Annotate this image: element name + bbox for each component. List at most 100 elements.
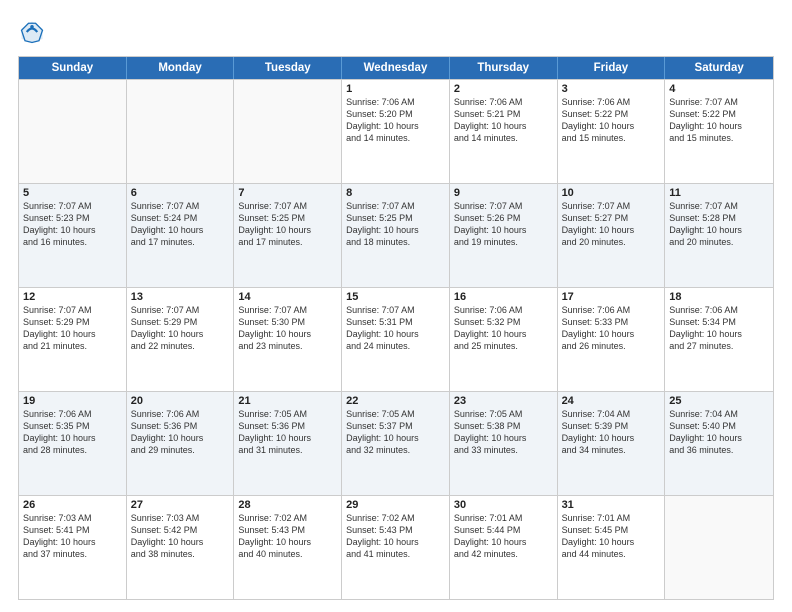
calendar-cell: 22Sunrise: 7:05 AM Sunset: 5:37 PM Dayli… [342, 392, 450, 495]
cell-detail: Sunrise: 7:06 AM Sunset: 5:20 PM Dayligh… [346, 96, 445, 145]
cell-detail: Sunrise: 7:06 AM Sunset: 5:33 PM Dayligh… [562, 304, 661, 353]
day-number: 17 [562, 291, 661, 303]
calendar-header-row: SundayMondayTuesdayWednesdayThursdayFrid… [19, 57, 773, 79]
calendar-cell: 9Sunrise: 7:07 AM Sunset: 5:26 PM Daylig… [450, 184, 558, 287]
empty-cell [19, 80, 127, 183]
day-number: 25 [669, 395, 769, 407]
calendar-cell: 24Sunrise: 7:04 AM Sunset: 5:39 PM Dayli… [558, 392, 666, 495]
calendar-row: 1Sunrise: 7:06 AM Sunset: 5:20 PM Daylig… [19, 79, 773, 183]
calendar-cell: 16Sunrise: 7:06 AM Sunset: 5:32 PM Dayli… [450, 288, 558, 391]
day-number: 26 [23, 499, 122, 511]
day-number: 20 [131, 395, 230, 407]
cell-detail: Sunrise: 7:07 AM Sunset: 5:26 PM Dayligh… [454, 200, 553, 249]
calendar-cell: 8Sunrise: 7:07 AM Sunset: 5:25 PM Daylig… [342, 184, 450, 287]
day-number: 29 [346, 499, 445, 511]
calendar-body: 1Sunrise: 7:06 AM Sunset: 5:20 PM Daylig… [19, 79, 773, 599]
day-number: 7 [238, 187, 337, 199]
cell-detail: Sunrise: 7:05 AM Sunset: 5:37 PM Dayligh… [346, 408, 445, 457]
calendar-cell: 6Sunrise: 7:07 AM Sunset: 5:24 PM Daylig… [127, 184, 235, 287]
cell-detail: Sunrise: 7:07 AM Sunset: 5:22 PM Dayligh… [669, 96, 769, 145]
empty-cell [665, 496, 773, 599]
cell-detail: Sunrise: 7:07 AM Sunset: 5:29 PM Dayligh… [23, 304, 122, 353]
day-number: 1 [346, 83, 445, 95]
cell-detail: Sunrise: 7:07 AM Sunset: 5:23 PM Dayligh… [23, 200, 122, 249]
calendar-cell: 20Sunrise: 7:06 AM Sunset: 5:36 PM Dayli… [127, 392, 235, 495]
cell-detail: Sunrise: 7:04 AM Sunset: 5:40 PM Dayligh… [669, 408, 769, 457]
calendar-cell: 5Sunrise: 7:07 AM Sunset: 5:23 PM Daylig… [19, 184, 127, 287]
weekday-header: Thursday [450, 57, 558, 79]
cell-detail: Sunrise: 7:06 AM Sunset: 5:34 PM Dayligh… [669, 304, 769, 353]
calendar-row: 5Sunrise: 7:07 AM Sunset: 5:23 PM Daylig… [19, 183, 773, 287]
cell-detail: Sunrise: 7:06 AM Sunset: 5:21 PM Dayligh… [454, 96, 553, 145]
calendar-cell: 2Sunrise: 7:06 AM Sunset: 5:21 PM Daylig… [450, 80, 558, 183]
cell-detail: Sunrise: 7:07 AM Sunset: 5:27 PM Dayligh… [562, 200, 661, 249]
logo [18, 18, 50, 46]
day-number: 6 [131, 187, 230, 199]
empty-cell [127, 80, 235, 183]
calendar-cell: 27Sunrise: 7:03 AM Sunset: 5:42 PM Dayli… [127, 496, 235, 599]
day-number: 14 [238, 291, 337, 303]
calendar-row: 19Sunrise: 7:06 AM Sunset: 5:35 PM Dayli… [19, 391, 773, 495]
calendar-cell: 13Sunrise: 7:07 AM Sunset: 5:29 PM Dayli… [127, 288, 235, 391]
cell-detail: Sunrise: 7:07 AM Sunset: 5:28 PM Dayligh… [669, 200, 769, 249]
calendar-cell: 28Sunrise: 7:02 AM Sunset: 5:43 PM Dayli… [234, 496, 342, 599]
calendar-cell: 31Sunrise: 7:01 AM Sunset: 5:45 PM Dayli… [558, 496, 666, 599]
cell-detail: Sunrise: 7:07 AM Sunset: 5:31 PM Dayligh… [346, 304, 445, 353]
calendar-row: 12Sunrise: 7:07 AM Sunset: 5:29 PM Dayli… [19, 287, 773, 391]
cell-detail: Sunrise: 7:07 AM Sunset: 5:25 PM Dayligh… [346, 200, 445, 249]
day-number: 22 [346, 395, 445, 407]
day-number: 13 [131, 291, 230, 303]
day-number: 31 [562, 499, 661, 511]
day-number: 12 [23, 291, 122, 303]
weekday-header: Tuesday [234, 57, 342, 79]
header [18, 18, 774, 46]
day-number: 21 [238, 395, 337, 407]
cell-detail: Sunrise: 7:04 AM Sunset: 5:39 PM Dayligh… [562, 408, 661, 457]
calendar-cell: 1Sunrise: 7:06 AM Sunset: 5:20 PM Daylig… [342, 80, 450, 183]
weekday-header: Monday [127, 57, 235, 79]
cell-detail: Sunrise: 7:03 AM Sunset: 5:41 PM Dayligh… [23, 512, 122, 561]
cell-detail: Sunrise: 7:02 AM Sunset: 5:43 PM Dayligh… [346, 512, 445, 561]
cell-detail: Sunrise: 7:05 AM Sunset: 5:38 PM Dayligh… [454, 408, 553, 457]
page: SundayMondayTuesdayWednesdayThursdayFrid… [0, 0, 792, 612]
cell-detail: Sunrise: 7:01 AM Sunset: 5:44 PM Dayligh… [454, 512, 553, 561]
calendar-cell: 17Sunrise: 7:06 AM Sunset: 5:33 PM Dayli… [558, 288, 666, 391]
cell-detail: Sunrise: 7:02 AM Sunset: 5:43 PM Dayligh… [238, 512, 337, 561]
day-number: 27 [131, 499, 230, 511]
day-number: 8 [346, 187, 445, 199]
day-number: 16 [454, 291, 553, 303]
calendar-cell: 19Sunrise: 7:06 AM Sunset: 5:35 PM Dayli… [19, 392, 127, 495]
cell-detail: Sunrise: 7:07 AM Sunset: 5:29 PM Dayligh… [131, 304, 230, 353]
calendar-cell: 15Sunrise: 7:07 AM Sunset: 5:31 PM Dayli… [342, 288, 450, 391]
day-number: 11 [669, 187, 769, 199]
weekday-header: Saturday [665, 57, 773, 79]
calendar-cell: 10Sunrise: 7:07 AM Sunset: 5:27 PM Dayli… [558, 184, 666, 287]
day-number: 24 [562, 395, 661, 407]
day-number: 15 [346, 291, 445, 303]
cell-detail: Sunrise: 7:01 AM Sunset: 5:45 PM Dayligh… [562, 512, 661, 561]
calendar-cell: 11Sunrise: 7:07 AM Sunset: 5:28 PM Dayli… [665, 184, 773, 287]
calendar-cell: 29Sunrise: 7:02 AM Sunset: 5:43 PM Dayli… [342, 496, 450, 599]
calendar-cell: 18Sunrise: 7:06 AM Sunset: 5:34 PM Dayli… [665, 288, 773, 391]
calendar-cell: 12Sunrise: 7:07 AM Sunset: 5:29 PM Dayli… [19, 288, 127, 391]
calendar-cell: 25Sunrise: 7:04 AM Sunset: 5:40 PM Dayli… [665, 392, 773, 495]
cell-detail: Sunrise: 7:06 AM Sunset: 5:32 PM Dayligh… [454, 304, 553, 353]
logo-icon [18, 18, 46, 46]
calendar-cell: 4Sunrise: 7:07 AM Sunset: 5:22 PM Daylig… [665, 80, 773, 183]
cell-detail: Sunrise: 7:06 AM Sunset: 5:36 PM Dayligh… [131, 408, 230, 457]
calendar-cell: 30Sunrise: 7:01 AM Sunset: 5:44 PM Dayli… [450, 496, 558, 599]
calendar-cell: 23Sunrise: 7:05 AM Sunset: 5:38 PM Dayli… [450, 392, 558, 495]
calendar-row: 26Sunrise: 7:03 AM Sunset: 5:41 PM Dayli… [19, 495, 773, 599]
cell-detail: Sunrise: 7:07 AM Sunset: 5:25 PM Dayligh… [238, 200, 337, 249]
calendar-cell: 3Sunrise: 7:06 AM Sunset: 5:22 PM Daylig… [558, 80, 666, 183]
cell-detail: Sunrise: 7:07 AM Sunset: 5:30 PM Dayligh… [238, 304, 337, 353]
calendar-cell: 21Sunrise: 7:05 AM Sunset: 5:36 PM Dayli… [234, 392, 342, 495]
day-number: 18 [669, 291, 769, 303]
calendar: SundayMondayTuesdayWednesdayThursdayFrid… [18, 56, 774, 600]
weekday-header: Wednesday [342, 57, 450, 79]
day-number: 9 [454, 187, 553, 199]
calendar-cell: 26Sunrise: 7:03 AM Sunset: 5:41 PM Dayli… [19, 496, 127, 599]
day-number: 5 [23, 187, 122, 199]
day-number: 3 [562, 83, 661, 95]
weekday-header: Sunday [19, 57, 127, 79]
